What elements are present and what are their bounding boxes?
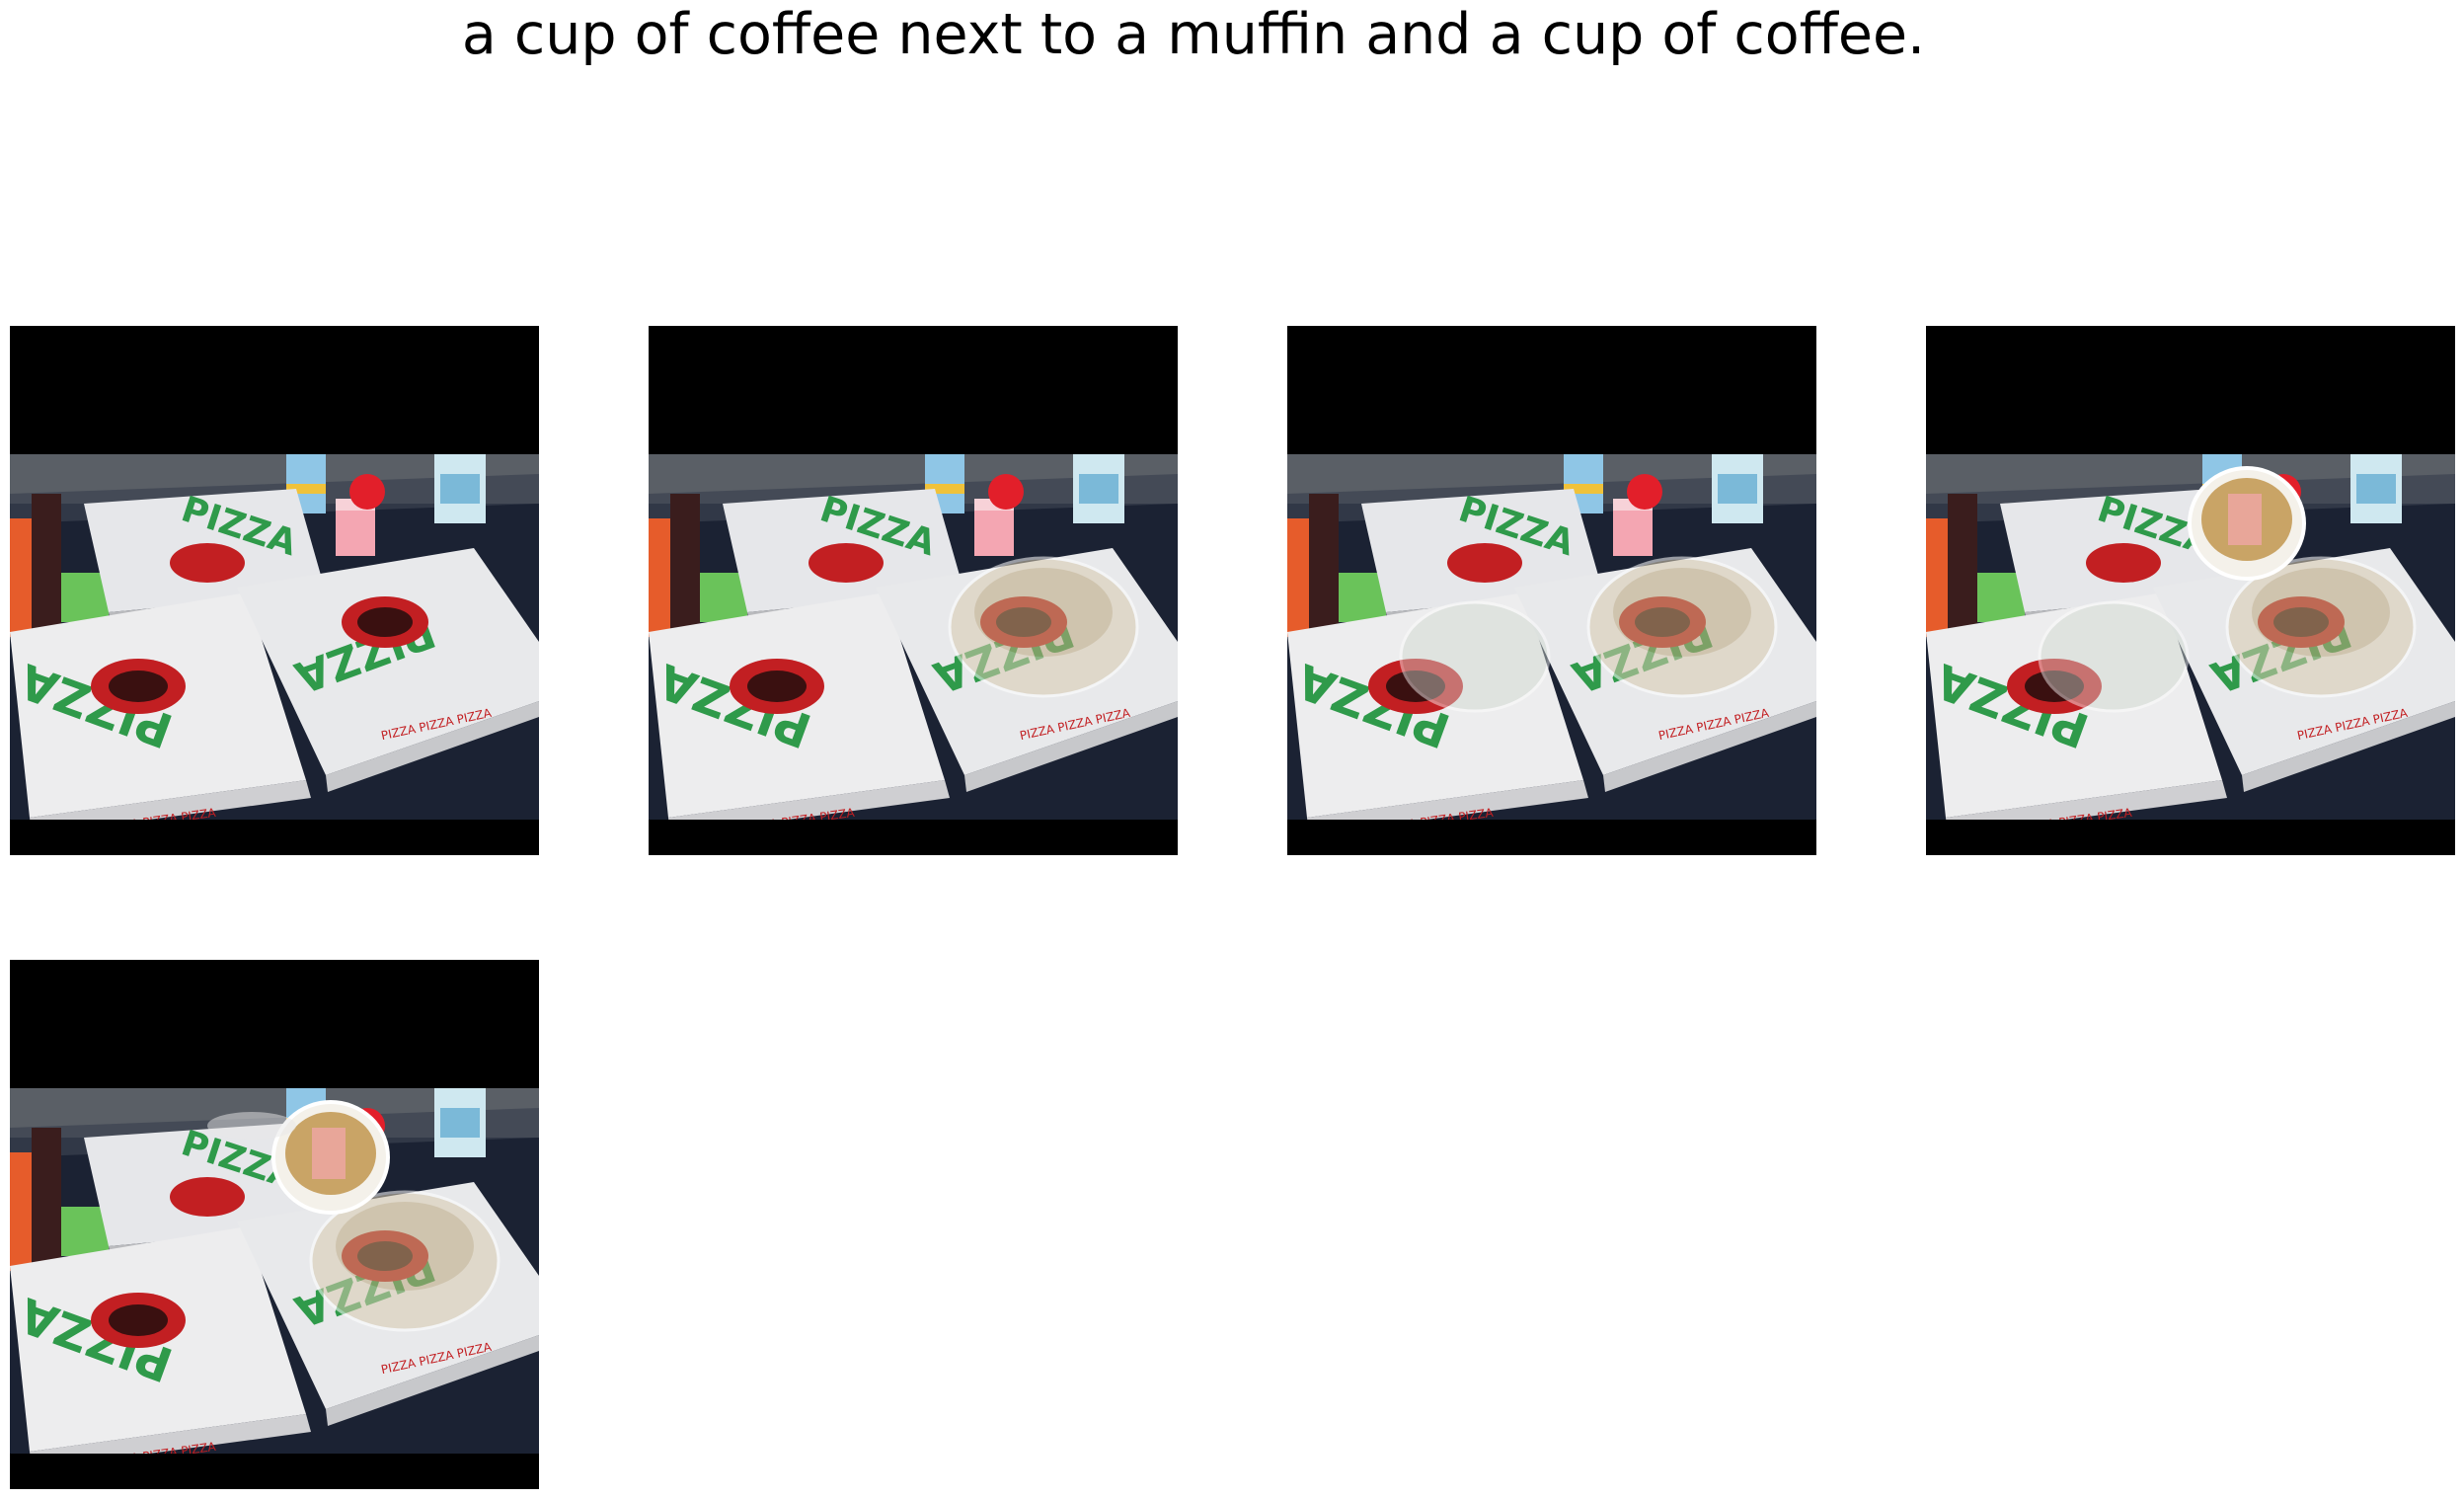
coffee-cup <box>2188 466 2306 581</box>
photo-pizza-boxes: PIZZA PIZZA PIZZA PIZZA PIZZA PIZZA PIZZ… <box>649 326 1178 855</box>
photo-pizza-boxes: PIZZA PIZZA PIZZA PIZZA PIZZA PIZZA PIZZ… <box>1926 326 2455 855</box>
image-panel-5: PIZZA PIZZA PIZZA PIZZA PIZZA PIZZA PIZZ… <box>10 960 539 1489</box>
drink-carton <box>434 1088 486 1157</box>
photo-pizza-boxes: PIZZA PIZZA PIZZA PIZZA PIZZA PIZZA PIZZ… <box>1287 326 1816 855</box>
ghost-cup-overlay <box>207 1112 296 1140</box>
drink-carton <box>1712 454 1763 523</box>
ghost-cup-overlay <box>1399 600 1551 713</box>
image-panel-2: PIZZA PIZZA PIZZA PIZZA PIZZA PIZZA PIZZ… <box>649 326 1178 855</box>
image-panel-3: PIZZA PIZZA PIZZA PIZZA PIZZA PIZZA PIZZ… <box>1287 326 1816 855</box>
figure-caption: a cup of coffee next to a muffin and a c… <box>461 2 1926 67</box>
photo-pizza-boxes: PIZZA PIZZA PIZZA PIZZA PIZZA PIZZA PIZZ… <box>10 960 539 1489</box>
drink-carton <box>1073 454 1124 523</box>
ghost-cup-overlay <box>1586 556 1778 698</box>
image-panel-1: PIZZA PIZZA PIZZA PIZZA PIZZA PIZZA PIZZ… <box>10 326 539 855</box>
ghost-cup-overlay <box>948 556 1139 698</box>
drink-carton <box>434 454 486 523</box>
coffee-cup <box>271 1100 390 1215</box>
image-panel-4: PIZZA PIZZA PIZZA PIZZA PIZZA PIZZA PIZZ… <box>1926 326 2455 855</box>
ghost-cup-overlay <box>2038 600 2190 713</box>
drink-carton <box>2350 454 2402 523</box>
photo-pizza-boxes: PIZZA PIZZA PIZZA PIZZA PIZZA PIZZA PIZZ… <box>10 326 539 855</box>
